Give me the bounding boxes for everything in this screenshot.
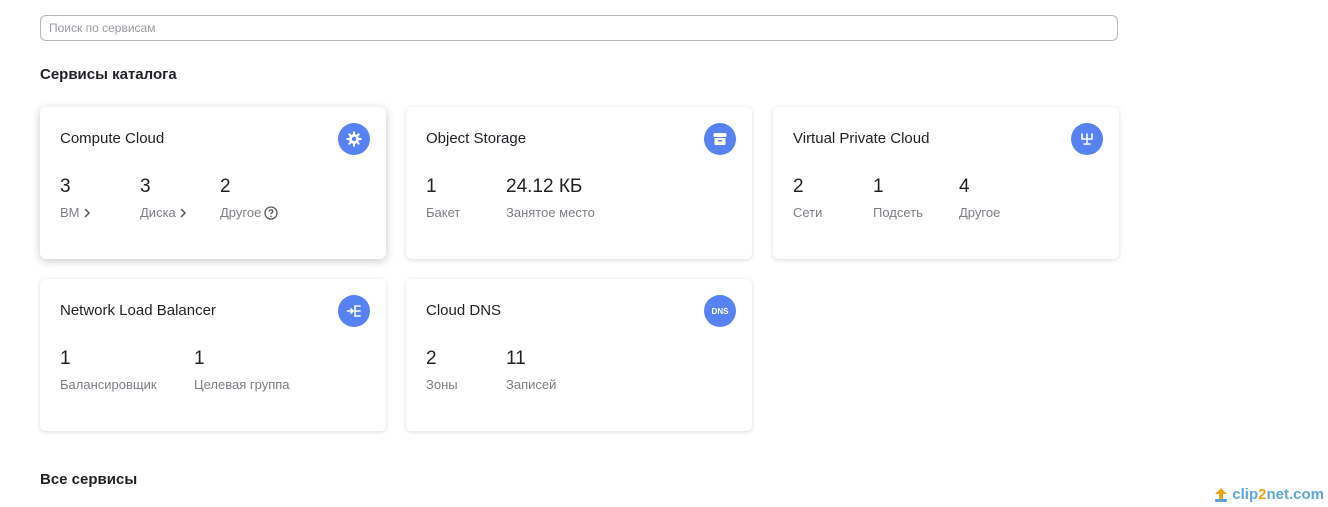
card-title: Object Storage	[426, 130, 527, 147]
metric-value: 3	[60, 176, 71, 197]
load-balancer-icon	[338, 295, 370, 327]
card-title: Virtual Private Cloud	[793, 130, 930, 147]
watermark-text: clip2net.com	[1232, 486, 1324, 503]
all-services-title: Все сервисы	[40, 471, 138, 488]
card-title: Network Load Balancer	[60, 302, 216, 319]
metric-subnets: 1 Подсеть	[873, 175, 959, 221]
metric-used-space: 24.12 КБ Занятое место	[506, 175, 595, 221]
metric-value: 11	[506, 348, 526, 369]
metric-label: Целевая группа	[194, 377, 290, 392]
card-title: Cloud DNS	[426, 302, 502, 319]
metric-label: Балансировщик	[60, 377, 157, 392]
metric-label: Другое	[220, 205, 262, 220]
metric-label: ВМ	[60, 205, 80, 220]
metric-records: 11 Записей	[506, 347, 556, 393]
metric-label: Бакет	[426, 205, 461, 220]
network-icon	[1071, 123, 1103, 155]
metric-target-groups: 1 Целевая группа	[194, 347, 290, 393]
metric-vm[interactable]: 3 ВМ	[60, 175, 140, 221]
metric-value: 2	[426, 348, 437, 369]
metric-value: 3	[140, 176, 151, 197]
card-cloud-dns[interactable]: Cloud DNS DNS 2 Зоны 11 Записей	[406, 279, 752, 431]
dns-icon: DNS	[704, 295, 736, 327]
chevron-right-icon	[83, 208, 90, 218]
metric-value: 1	[60, 348, 71, 369]
card-compute-cloud[interactable]: Compute Cloud 3 ВМ 3 Диска 2 Другое	[40, 107, 386, 259]
storage-icon	[704, 123, 736, 155]
metric-zones: 2 Зоны	[426, 347, 506, 393]
metric-value: 1	[194, 348, 205, 369]
help-circle-icon[interactable]	[264, 206, 278, 220]
metric-value: 24.12 КБ	[506, 176, 583, 197]
card-object-storage[interactable]: Object Storage 1 Бакет 24.12 КБ Занятое …	[406, 107, 752, 259]
card-network-load-balancer[interactable]: Network Load Balancer 1 Балансировщик 1 …	[40, 279, 386, 431]
metric-label: Диска	[140, 205, 176, 220]
search-placeholder: Поиск по сервисам	[49, 21, 156, 35]
metric-label-link[interactable]: ВМ	[60, 205, 140, 221]
watermark-part1: clip	[1232, 486, 1259, 503]
metric-label-link[interactable]: Диска	[140, 205, 220, 221]
gear-icon	[338, 123, 370, 155]
metric-value: 2	[793, 176, 804, 197]
clip2net-logo-icon	[1215, 487, 1228, 502]
metric-other: 4 Другое	[959, 175, 1000, 221]
metric-value: 1	[426, 176, 437, 197]
catalog-section-title: Сервисы каталога	[40, 66, 177, 83]
metric-label: Подсеть	[873, 205, 923, 220]
metric-networks: 2 Сети	[793, 175, 873, 221]
metric-value: 2	[220, 176, 231, 197]
metric-label: Занятое место	[506, 205, 595, 220]
clip2net-watermark: clip2net.com	[1213, 486, 1324, 503]
metric-value: 4	[959, 176, 970, 197]
metric-label-help: Другое	[220, 205, 278, 221]
metric-disks[interactable]: 3 Диска	[140, 175, 220, 221]
metric-label: Другое	[959, 205, 1001, 220]
metric-label: Зоны	[426, 377, 458, 392]
metric-bucket: 1 Бакет	[426, 175, 506, 221]
metric-label: Сети	[793, 205, 823, 220]
dns-icon-text: DNS	[711, 306, 729, 316]
search-input[interactable]: Поиск по сервисам	[40, 15, 1118, 41]
card-virtual-private-cloud[interactable]: Virtual Private Cloud 2 Сети 1 Подсеть 4…	[773, 107, 1119, 259]
chevron-right-icon	[180, 208, 186, 218]
watermark-part3: net.com	[1266, 486, 1324, 503]
metric-label: Записей	[506, 377, 557, 392]
metric-other: 2 Другое	[220, 175, 278, 221]
metric-balancers: 1 Балансировщик	[60, 347, 194, 393]
card-title: Compute Cloud	[60, 130, 165, 147]
metric-value: 1	[873, 176, 884, 197]
